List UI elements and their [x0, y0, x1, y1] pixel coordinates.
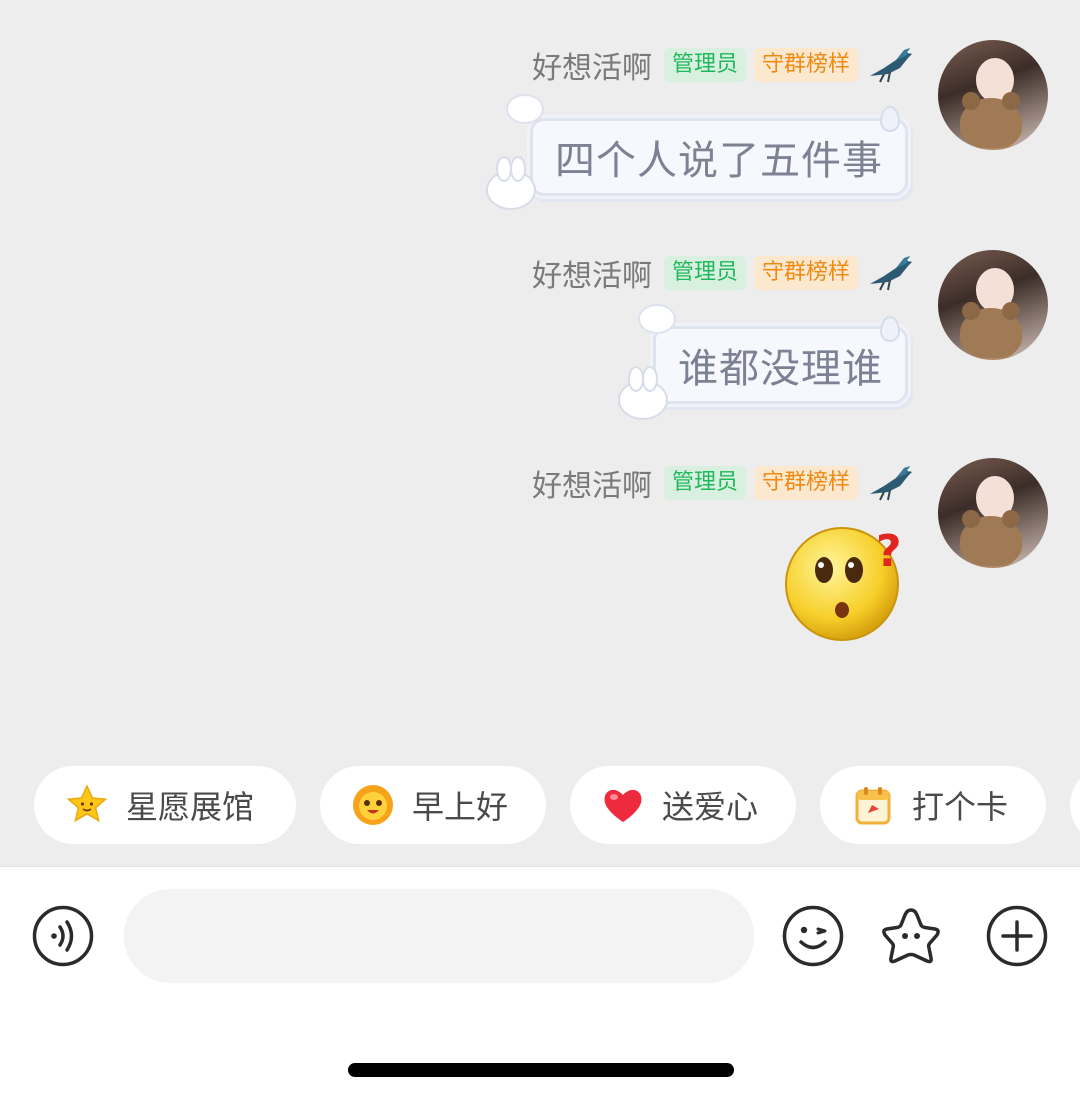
sender-name[interactable]: 好想活啊 [532, 461, 652, 505]
chip-more[interactable] [1070, 766, 1080, 844]
bird-icon [870, 466, 912, 501]
guard-tag: 守群榜样 [753, 466, 858, 500]
input-bar [0, 866, 1080, 1097]
voice-icon[interactable] [32, 905, 94, 967]
guard-tag: 守群榜样 [753, 256, 858, 290]
cloud-decoration-icon [640, 306, 674, 332]
cloud-decoration-icon [508, 96, 542, 122]
chip-label: 打个卡 [912, 788, 1009, 826]
sender-name[interactable]: 好想活啊 [532, 251, 652, 295]
chip-label: 送爱心 [662, 788, 759, 826]
bird-icon [870, 48, 912, 83]
bunny-decoration-icon [620, 368, 666, 418]
sender-line: 好想活啊 管理员 守群榜样 [532, 461, 916, 505]
drop-decoration-icon [880, 106, 900, 132]
chip-label: 星愿展馆 [126, 788, 255, 826]
message-text: 谁都没理谁 [678, 346, 883, 392]
sticker-star-icon[interactable] [880, 905, 942, 967]
emoji-icon[interactable] [782, 905, 844, 967]
chip-check-in[interactable]: 打个卡 [820, 766, 1046, 844]
heart-icon [600, 782, 646, 828]
message-text: 四个人说了五件事 [555, 138, 883, 184]
quick-action-bar: 星愿展馆 早上好 送爱心 打个卡 [0, 766, 1080, 846]
sender-name[interactable]: 好想活啊 [532, 43, 652, 87]
message-bubble[interactable]: 四个人说了五件事 [530, 118, 908, 196]
chip-label: 早上好 [412, 788, 509, 826]
message-input[interactable] [124, 889, 754, 983]
bunny-decoration-icon [488, 158, 534, 208]
bird-icon [870, 256, 912, 291]
sender-avatar[interactable] [938, 40, 1048, 150]
admin-tag: 管理员 [663, 48, 746, 82]
chip-star-exhibition[interactable]: 星愿展馆 [34, 766, 296, 844]
sun-icon [350, 782, 396, 828]
chat-area: 好想活啊 管理员 守群榜样 四个人说了五件事 好想活啊 管理员 守群榜样 谁都没… [0, 0, 1080, 866]
sender-line: 好想活啊 管理员 守群榜样 [532, 43, 916, 87]
sender-avatar[interactable] [938, 458, 1048, 568]
message-bubble[interactable]: 谁都没理谁 [653, 326, 908, 404]
sender-line: 好想活啊 管理员 守群榜样 [532, 251, 916, 295]
admin-tag: 管理员 [663, 256, 746, 290]
star-icon [64, 782, 110, 828]
guard-tag: 守群榜样 [753, 48, 858, 82]
confused-face-emoji-icon[interactable]: ? [784, 518, 908, 642]
add-icon[interactable] [986, 905, 1048, 967]
sender-avatar[interactable] [938, 250, 1048, 360]
chip-good-morning[interactable]: 早上好 [320, 766, 546, 844]
drop-decoration-icon [880, 316, 900, 342]
chip-send-love[interactable]: 送爱心 [570, 766, 796, 844]
admin-tag: 管理员 [663, 466, 746, 500]
calendar-icon [850, 782, 896, 828]
home-indicator[interactable] [348, 1063, 734, 1077]
svg-text:?: ? [876, 526, 902, 577]
